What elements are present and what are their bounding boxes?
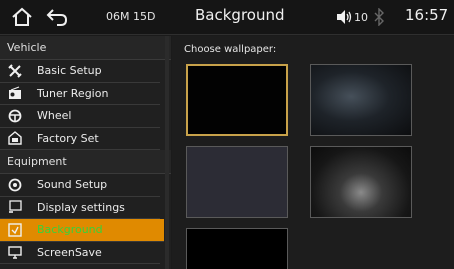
sidebar-item-display-settings[interactable]: Display settings [0, 197, 160, 219]
radio-date-readout: 06M 15D [106, 10, 156, 23]
page-title: Background [195, 6, 285, 24]
settings-sidebar: Vehicle Basic Setup Tuner Region Wheel F… [0, 36, 171, 269]
speaker-icon [337, 10, 352, 24]
radio-icon [8, 86, 22, 100]
sidebar-item-label: Display settings [37, 200, 125, 214]
sidebar-item-label: Factory Set [37, 131, 99, 145]
wallpaper-thumbnail-solid-black[interactable] [186, 228, 288, 269]
wallpaper-thumbnail-dark-slate[interactable] [186, 146, 288, 218]
background-icon [8, 223, 22, 237]
status-bar: 06M 15D Background 10 16:57 [0, 0, 454, 35]
sidebar-item-factory-set[interactable]: Factory Set [0, 128, 160, 150]
sidebar-item-wheel[interactable]: Wheel [0, 105, 160, 128]
wallpaper-thumbnail-grey-glow[interactable] [310, 146, 412, 218]
home-icon[interactable] [10, 6, 34, 28]
sidebar-item-label: Basic Setup [37, 64, 102, 78]
wallpaper-thumbnail-blue-blur[interactable] [310, 64, 412, 136]
section-header-vehicle: Vehicle [0, 36, 171, 60]
sidebar-item-label: Background [37, 223, 103, 237]
sidebar-item-label: Wheel [37, 109, 72, 123]
tools-icon [8, 64, 22, 78]
sound-icon [8, 178, 22, 192]
volume-indicator[interactable]: 10 [336, 9, 368, 25]
sidebar-item-background[interactable]: Background [0, 219, 164, 242]
sidebar-item-label: Sound Setup [37, 178, 108, 192]
sidebar-item-label: Tuner Region [37, 86, 109, 100]
monitor-icon [8, 245, 22, 259]
sidebar-item-tuner-region[interactable]: Tuner Region [0, 83, 160, 105]
sidebar-item-sound-setup[interactable]: Sound Setup [0, 174, 160, 197]
wallpaper-thumbnail-black[interactable] [186, 64, 288, 136]
clock: 16:57 [405, 6, 449, 24]
choose-wallpaper-label: Choose wallpaper: [184, 44, 277, 55]
volume-level: 10 [354, 10, 368, 24]
wallpaper-panel: Choose wallpaper: [172, 36, 454, 269]
back-arrow-icon[interactable] [44, 6, 70, 28]
factory-set-icon [8, 131, 22, 145]
steering-wheel-icon [8, 109, 22, 123]
sidebar-item-basic-setup[interactable]: Basic Setup [0, 60, 160, 83]
sidebar-item-label: ScreenSave [37, 245, 102, 259]
bluetooth-icon [374, 8, 384, 26]
sidebar-scrollbar[interactable] [165, 36, 169, 269]
sidebar-item-screensave[interactable]: ScreenSave [0, 242, 160, 264]
display-icon [8, 200, 22, 214]
section-header-equipment: Equipment [0, 150, 171, 174]
